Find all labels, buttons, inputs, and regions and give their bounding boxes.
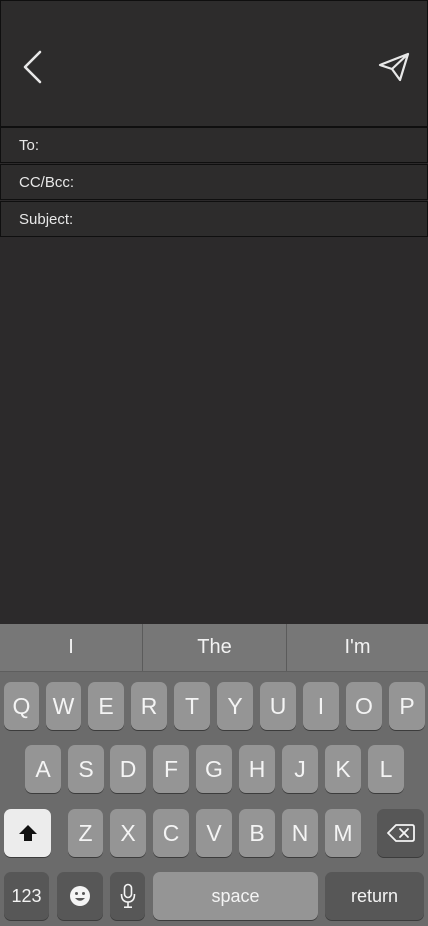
key-s[interactable]: S	[68, 745, 104, 793]
key-d[interactable]: D	[110, 745, 146, 793]
prediction-3[interactable]: I'm	[287, 624, 428, 671]
prediction-1[interactable]: I	[0, 624, 142, 671]
key-i[interactable]: I	[303, 682, 339, 730]
message-body[interactable]	[0, 238, 428, 624]
key-r[interactable]: R	[131, 682, 167, 730]
subject-field[interactable]: Subject:	[0, 201, 428, 237]
key-x[interactable]: X	[110, 809, 146, 857]
key-t[interactable]: T	[174, 682, 210, 730]
key-q[interactable]: Q	[4, 682, 39, 730]
predictive-text-bar: I The I'm	[0, 624, 428, 672]
shift-key[interactable]	[4, 809, 51, 857]
shift-arrow-icon	[18, 825, 37, 841]
to-input[interactable]	[45, 127, 427, 163]
numbers-key[interactable]: 123	[4, 872, 49, 920]
return-key[interactable]: return	[325, 872, 424, 920]
key-y[interactable]: Y	[217, 682, 253, 730]
cc-bcc-input[interactable]	[80, 164, 427, 200]
key-h[interactable]: H	[239, 745, 275, 793]
subject-label: Subject:	[19, 210, 74, 228]
send-button[interactable]	[373, 47, 415, 87]
smiley-face-icon	[70, 886, 90, 906]
chevron-left-icon	[23, 50, 42, 84]
key-p[interactable]: P	[389, 682, 425, 730]
key-m[interactable]: M	[325, 809, 361, 857]
key-e[interactable]: E	[88, 682, 124, 730]
key-j[interactable]: J	[282, 745, 318, 793]
backspace-icon	[386, 824, 415, 842]
cc-bcc-field[interactable]: CC/Bcc:	[0, 164, 428, 200]
key-c[interactable]: C	[153, 809, 189, 857]
key-a[interactable]: A	[25, 745, 61, 793]
space-key[interactable]: space	[153, 872, 318, 920]
compose-header	[0, 0, 428, 127]
key-o[interactable]: O	[346, 682, 382, 730]
delete-key[interactable]	[377, 809, 424, 857]
cc-bcc-label: CC/Bcc:	[19, 173, 75, 191]
back-button[interactable]	[15, 47, 49, 87]
keyboard: I The I'm Q W E R T Y U I O P A S D F G …	[0, 624, 428, 926]
to-field[interactable]: To:	[0, 127, 428, 163]
key-b[interactable]: B	[239, 809, 275, 857]
prediction-2[interactable]: The	[143, 624, 286, 671]
key-k[interactable]: K	[325, 745, 361, 793]
key-n[interactable]: N	[282, 809, 318, 857]
key-z[interactable]: Z	[68, 809, 103, 857]
subject-input[interactable]	[79, 201, 427, 237]
key-w[interactable]: W	[46, 682, 81, 730]
emoji-key[interactable]	[57, 872, 103, 920]
to-label: To:	[19, 136, 40, 154]
paper-plane-icon	[378, 52, 410, 82]
microphone-icon	[120, 883, 135, 909]
key-g[interactable]: G	[196, 745, 232, 793]
key-f[interactable]: F	[153, 745, 189, 793]
key-l[interactable]: L	[368, 745, 404, 793]
microphone-key[interactable]	[110, 872, 145, 920]
key-v[interactable]: V	[196, 809, 232, 857]
key-u[interactable]: U	[260, 682, 296, 730]
